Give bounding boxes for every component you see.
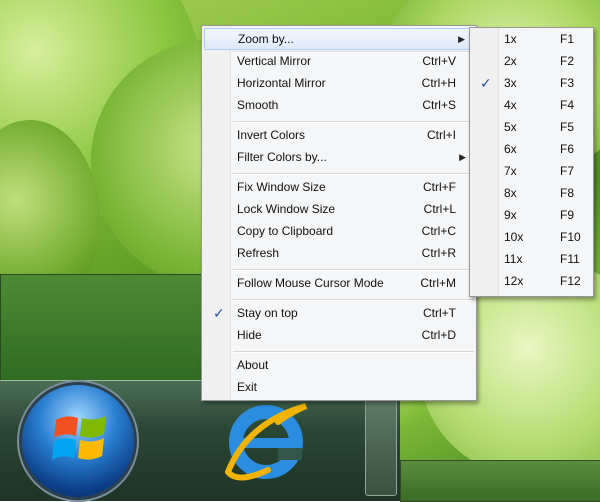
menu-item-label: Invert Colors — [237, 128, 306, 142]
menu-item-label: Horizontal Mirror — [237, 76, 326, 90]
zoom-option-shortcut: F2 — [560, 54, 575, 68]
magnified-panel — [400, 460, 600, 502]
zoom-option-shortcut: F3 — [560, 76, 575, 90]
menu-item-shortcut: Ctrl+T — [423, 306, 456, 320]
taskbar-button-edge — [365, 398, 397, 496]
zoom-option-label: 5x — [504, 120, 517, 134]
menu-item-about[interactable]: About — [204, 354, 474, 376]
zoom-option-11x[interactable]: 11x F11 — [472, 248, 591, 270]
zoom-option-5x[interactable]: 5x F5 — [472, 116, 591, 138]
zoom-option-label: 3x — [504, 76, 517, 90]
menu-separator — [233, 351, 474, 353]
menu-item-label: Vertical Mirror — [237, 54, 312, 68]
zoom-option-shortcut: F4 — [560, 98, 575, 112]
zoom-option-label: 4x — [504, 98, 517, 112]
menu-item-hide[interactable]: Hide Ctrl+D — [204, 324, 474, 346]
menu-item-label: Hide — [237, 328, 262, 342]
menu-item-fix-window-size[interactable]: Fix Window Size Ctrl+F — [204, 176, 474, 198]
zoom-option-label: 6x — [504, 142, 517, 156]
internet-explorer-icon[interactable] — [218, 392, 314, 488]
menu-item-shortcut: Ctrl+D — [421, 328, 456, 342]
menu-item-refresh[interactable]: Refresh Ctrl+R — [204, 242, 474, 264]
zoom-submenu: 1x F1 2x F2 ✓ 3x F3 4x F4 5x F5 6x F6 7x… — [469, 27, 594, 297]
menu-item-vertical-mirror[interactable]: Vertical Mirror Ctrl+V — [204, 50, 474, 72]
zoom-option-label: 11x — [504, 252, 523, 266]
menu-item-label: Copy to Clipboard — [237, 224, 334, 238]
zoom-option-label: 12x — [504, 274, 524, 288]
zoom-option-shortcut: F11 — [560, 252, 580, 266]
menu-item-zoom-by[interactable]: Zoom by... ▶ — [204, 28, 474, 50]
menu-separator — [233, 269, 474, 271]
menu-item-shortcut: Ctrl+H — [421, 76, 456, 90]
menu-item-label: Stay on top — [237, 306, 298, 320]
zoom-option-2x[interactable]: 2x F2 — [472, 50, 591, 72]
menu-item-label: Follow Mouse Cursor Mode — [237, 276, 384, 290]
submenu-arrow-icon: ▶ — [459, 152, 466, 162]
zoom-option-label: 7x — [504, 164, 517, 178]
zoom-option-9x[interactable]: 9x F9 — [472, 204, 591, 226]
menu-item-shortcut: Ctrl+V — [422, 54, 456, 68]
zoom-option-shortcut: F9 — [560, 208, 575, 222]
menu-item-label: Filter Colors by... — [237, 150, 327, 164]
checkmark-icon: ✓ — [213, 305, 225, 321]
zoom-option-shortcut: F10 — [560, 230, 581, 244]
menu-item-shortcut: Ctrl+S — [422, 98, 456, 112]
windows-logo-icon — [52, 416, 106, 460]
zoom-option-label: 2x — [504, 54, 517, 68]
zoom-option-8x[interactable]: 8x F8 — [472, 182, 591, 204]
magnified-panel — [0, 274, 212, 386]
zoom-option-3x[interactable]: ✓ 3x F3 — [472, 72, 591, 94]
submenu-arrow-icon: ▶ — [458, 34, 465, 44]
menu-item-follow-mouse-cursor-mode[interactable]: Follow Mouse Cursor Mode Ctrl+M — [204, 272, 474, 294]
menu-separator — [233, 299, 474, 301]
menu-item-label: Lock Window Size — [237, 202, 336, 216]
zoom-option-label: 8x — [504, 186, 517, 200]
zoom-option-7x[interactable]: 7x F7 — [472, 160, 591, 182]
zoom-option-shortcut: F1 — [560, 32, 575, 46]
zoom-option-shortcut: F12 — [560, 274, 581, 288]
zoom-option-label: 1x — [504, 32, 517, 46]
menu-item-label: Zoom by... — [238, 32, 294, 46]
context-menu: Zoom by... ▶ Vertical Mirror Ctrl+V Hori… — [201, 25, 477, 401]
menu-item-shortcut: Ctrl+R — [421, 246, 456, 260]
menu-item-shortcut: Ctrl+I — [426, 128, 456, 142]
zoom-option-12x[interactable]: 12x F12 — [472, 270, 591, 292]
zoom-option-4x[interactable]: 4x F4 — [472, 94, 591, 116]
menu-item-shortcut: Ctrl+F — [423, 180, 456, 194]
menu-item-shortcut: Ctrl+L — [423, 202, 456, 216]
zoom-option-shortcut: F8 — [560, 186, 575, 200]
zoom-option-label: 9x — [504, 208, 517, 222]
menu-item-exit[interactable]: Exit — [204, 376, 474, 398]
menu-item-stay-on-top[interactable]: ✓ Stay on top Ctrl+T — [204, 302, 474, 324]
menu-item-shortcut: Ctrl+M — [420, 276, 456, 290]
menu-item-copy-to-clipboard[interactable]: Copy to Clipboard Ctrl+C — [204, 220, 474, 242]
zoom-option-6x[interactable]: 6x F6 — [472, 138, 591, 160]
menu-separator — [233, 173, 474, 175]
zoom-option-shortcut: F6 — [560, 142, 575, 156]
menu-item-horizontal-mirror[interactable]: Horizontal Mirror Ctrl+H — [204, 72, 474, 94]
menu-item-invert-colors[interactable]: Invert Colors Ctrl+I — [204, 124, 474, 146]
menu-item-lock-window-size[interactable]: Lock Window Size Ctrl+L — [204, 198, 474, 220]
menu-item-label: Exit — [237, 380, 258, 394]
checkmark-icon: ✓ — [480, 75, 492, 91]
zoom-option-shortcut: F7 — [560, 164, 575, 178]
menu-item-shortcut: Ctrl+C — [421, 224, 456, 238]
zoom-option-shortcut: F5 — [560, 120, 575, 134]
menu-item-label: Refresh — [237, 246, 280, 260]
zoom-option-label: 10x — [504, 230, 524, 244]
menu-item-label: About — [237, 358, 269, 372]
zoom-option-10x[interactable]: 10x F10 — [472, 226, 591, 248]
menu-separator — [233, 121, 474, 123]
zoom-option-1x[interactable]: 1x F1 — [472, 28, 591, 50]
menu-item-label: Fix Window Size — [237, 180, 326, 194]
menu-item-filter-colors[interactable]: Filter Colors by... ▶ — [204, 146, 474, 168]
menu-item-label: Smooth — [237, 98, 279, 112]
menu-item-smooth[interactable]: Smooth Ctrl+S — [204, 94, 474, 116]
